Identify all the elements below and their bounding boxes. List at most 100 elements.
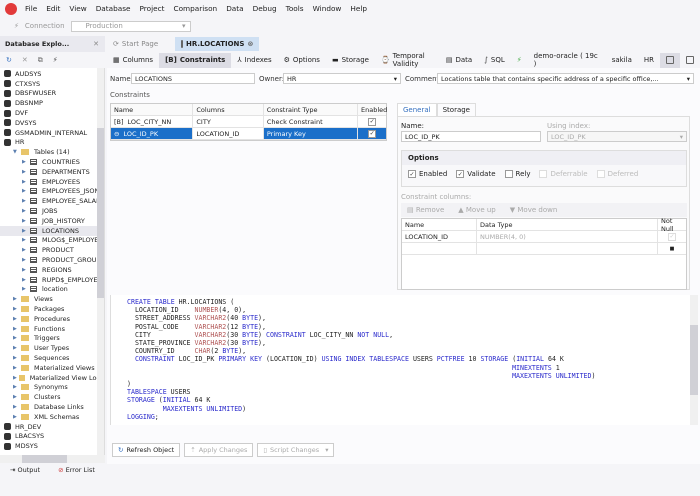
chevron-right-icon[interactable]: ▶ xyxy=(13,384,21,390)
tree-item[interactable]: ▶ Materialized Views xyxy=(0,363,104,373)
tree-item[interactable]: ▶ location xyxy=(0,285,104,295)
apply-changes-button[interactable]: ⇡ Apply Changes xyxy=(184,443,254,457)
comment-input[interactable]: Locations table that contains specific a… xyxy=(437,73,694,84)
chevron-right-icon[interactable]: ▶ xyxy=(13,365,21,371)
chevron-right-icon[interactable]: ▶ xyxy=(22,198,30,204)
checkbox[interactable]: ✓ xyxy=(408,170,416,178)
bottom-tab-output[interactable]: ⇥ Output xyxy=(10,466,40,474)
tree-item[interactable]: ▶ MLOG$_EMPLOYEE xyxy=(0,236,104,246)
copy-icon[interactable]: ⧉ xyxy=(38,56,43,65)
tab-sql[interactable]: ∫ SQL xyxy=(478,53,511,68)
menu-item-view[interactable]: View xyxy=(69,4,86,13)
menu-item-project[interactable]: Project xyxy=(140,4,165,13)
tree-item[interactable]: ▶ XML Schemas xyxy=(0,412,104,422)
move-down-button[interactable]: ▼ Move down xyxy=(510,206,558,214)
chevron-right-icon[interactable]: ▶ xyxy=(13,404,21,410)
tree-item[interactable]: ▶ JOBS xyxy=(0,206,104,216)
chevron-right-icon[interactable]: ▶ xyxy=(22,169,30,175)
tab-options[interactable]: ⚙ Options xyxy=(278,53,326,68)
move-up-button[interactable]: ▲ Move up xyxy=(458,206,496,214)
refresh-icon[interactable]: ↻ xyxy=(6,56,12,64)
schema-label[interactable]: HR xyxy=(638,53,660,68)
tree-item[interactable]: ▶ EMPLOYEES xyxy=(0,177,104,187)
vertical-scrollbar[interactable] xyxy=(97,68,104,455)
chevron-right-icon[interactable]: ▶ xyxy=(13,335,21,341)
table-name-input[interactable]: LOCATIONS xyxy=(131,73,255,84)
tree-item[interactable]: ▶ Materialized View Logs xyxy=(0,373,104,383)
tab-storage[interactable]: ▬ Storage xyxy=(326,53,375,68)
option-deferrable[interactable]: Deferrable xyxy=(539,170,588,178)
layout-bottom-icon[interactable] xyxy=(660,52,680,68)
chevron-right-icon[interactable]: ▶ xyxy=(13,296,21,302)
chevron-right-icon[interactable]: ▶ xyxy=(13,355,21,361)
chevron-right-icon[interactable]: ▶ xyxy=(22,257,30,263)
tree-item[interactable]: ▶ RUPD$_EMPLOYEE xyxy=(0,275,104,285)
tree-item[interactable]: ▶ JOB_HISTORY xyxy=(0,216,104,226)
tree-item[interactable]: ▶ Clusters xyxy=(0,392,104,402)
server-label[interactable]: demo-oracle ( 19c ) xyxy=(528,52,606,68)
tree-item[interactable]: ▶ Functions xyxy=(0,324,104,334)
tree-item[interactable]: ▶ DEPARTMENTS xyxy=(0,167,104,177)
option-enabled[interactable]: ✓ Enabled xyxy=(408,170,447,178)
tree-item[interactable]: ▶ Sequences xyxy=(0,353,104,363)
chevron-right-icon[interactable]: ▶ xyxy=(22,228,30,234)
close-icon[interactable]: ⊗ xyxy=(247,40,253,48)
tab-data[interactable]: ▤ Data xyxy=(440,53,478,68)
tree-item[interactable]: ▶ Packages xyxy=(0,304,104,314)
tab-start-page[interactable]: ⟳ Start Page xyxy=(107,37,175,51)
tree-item[interactable]: CTXSYS xyxy=(0,79,104,89)
tree-item[interactable]: ▶ PRODUCT_GROUP xyxy=(0,255,104,265)
chevron-right-icon[interactable]: ▶ xyxy=(13,306,21,312)
chevron-right-icon[interactable]: ▶ xyxy=(22,159,30,165)
tree-item[interactable]: DVF xyxy=(0,108,104,118)
tree-item[interactable]: ▶ User Types xyxy=(0,343,104,353)
connection-select[interactable]: Production ▾ xyxy=(70,20,191,32)
option-validate[interactable]: ✓ Validate xyxy=(456,170,496,178)
tab-temporal-validity[interactable]: ⌚ Temporal Validity xyxy=(375,52,440,68)
bottom-tab-error-list[interactable]: ⊘ Error List xyxy=(58,466,95,474)
close-icon[interactable]: ✕ xyxy=(93,40,99,48)
chevron-right-icon[interactable]: ▶ xyxy=(22,247,30,253)
tab-constraints[interactable]: [B] Constraints xyxy=(159,52,232,68)
tree-item[interactable]: ▶ LOCATIONS xyxy=(0,225,104,236)
menu-item-data[interactable]: Data xyxy=(226,4,243,13)
tree-item[interactable]: ▶ Database Links xyxy=(0,402,104,412)
option-rely[interactable]: Rely xyxy=(504,170,530,178)
table-row[interactable]: ⊖ LOC_ID_PK LOCATION_ID Primary Key ✓ xyxy=(111,128,386,140)
tree-item[interactable]: ▶ REGIONS xyxy=(0,265,104,275)
owner-select[interactable]: HR ▾ xyxy=(283,73,401,84)
tree-item[interactable]: ▶ Triggers xyxy=(0,334,104,344)
chevron-right-icon[interactable]: ▶ xyxy=(22,267,30,273)
tab-indexes[interactable]: ⅄ Indexes xyxy=(231,53,277,68)
connection-indicator[interactable]: ⚡ xyxy=(511,53,528,68)
tree-item[interactable]: HR xyxy=(0,138,104,148)
constraint-name-input[interactable]: LOC_ID_PK xyxy=(401,131,541,142)
menu-item-window[interactable]: Window xyxy=(313,4,342,13)
tree-item[interactable]: ▶ EMPLOYEE_SALARI xyxy=(0,196,104,206)
enabled-checkbox[interactable]: ✓ xyxy=(368,129,377,138)
using-index-select[interactable]: LOC_ID_PK ▾ xyxy=(547,131,687,142)
tree-item[interactable]: DBSNMP xyxy=(0,98,104,108)
menu-item-database[interactable]: Database xyxy=(96,4,131,13)
tree-item[interactable]: AUDSYS xyxy=(0,69,104,79)
remove-button[interactable]: ▤ Remove xyxy=(407,206,444,214)
chevron-right-icon[interactable]: ▶ xyxy=(22,286,30,292)
tree-item[interactable]: ▶ PRODUCT xyxy=(0,245,104,255)
tree-item[interactable]: ▶ Synonyms xyxy=(0,383,104,393)
database-label[interactable]: sakila xyxy=(606,53,638,68)
tree-item[interactable]: ▶ EMPLOYEES_JSON xyxy=(0,187,104,197)
tree-item[interactable]: HR_DEV xyxy=(0,422,104,432)
sql-preview[interactable]: CREATE TABLE HR.LOCATIONS ( LOCATION_ID … xyxy=(110,295,690,425)
delete-icon[interactable]: ✕ xyxy=(22,56,28,64)
menu-item-tools[interactable]: Tools xyxy=(286,4,304,13)
chevron-right-icon[interactable]: ▶ xyxy=(22,277,30,283)
chevron-right-icon[interactable]: ▶ xyxy=(22,179,30,185)
tree-item[interactable]: ▶ Procedures xyxy=(0,314,104,324)
sql-vertical-scrollbar[interactable] xyxy=(690,295,698,425)
chevron-right-icon[interactable]: ▶ xyxy=(22,208,30,214)
menu-item-comparison[interactable]: Comparison xyxy=(173,4,217,13)
tree-item[interactable]: ▶ Views xyxy=(0,294,104,304)
tree-item[interactable]: DVSYS xyxy=(0,118,104,128)
refresh-object-button[interactable]: ↻ Refresh Object xyxy=(112,443,181,457)
table-row-new[interactable]: ■ xyxy=(402,243,686,255)
